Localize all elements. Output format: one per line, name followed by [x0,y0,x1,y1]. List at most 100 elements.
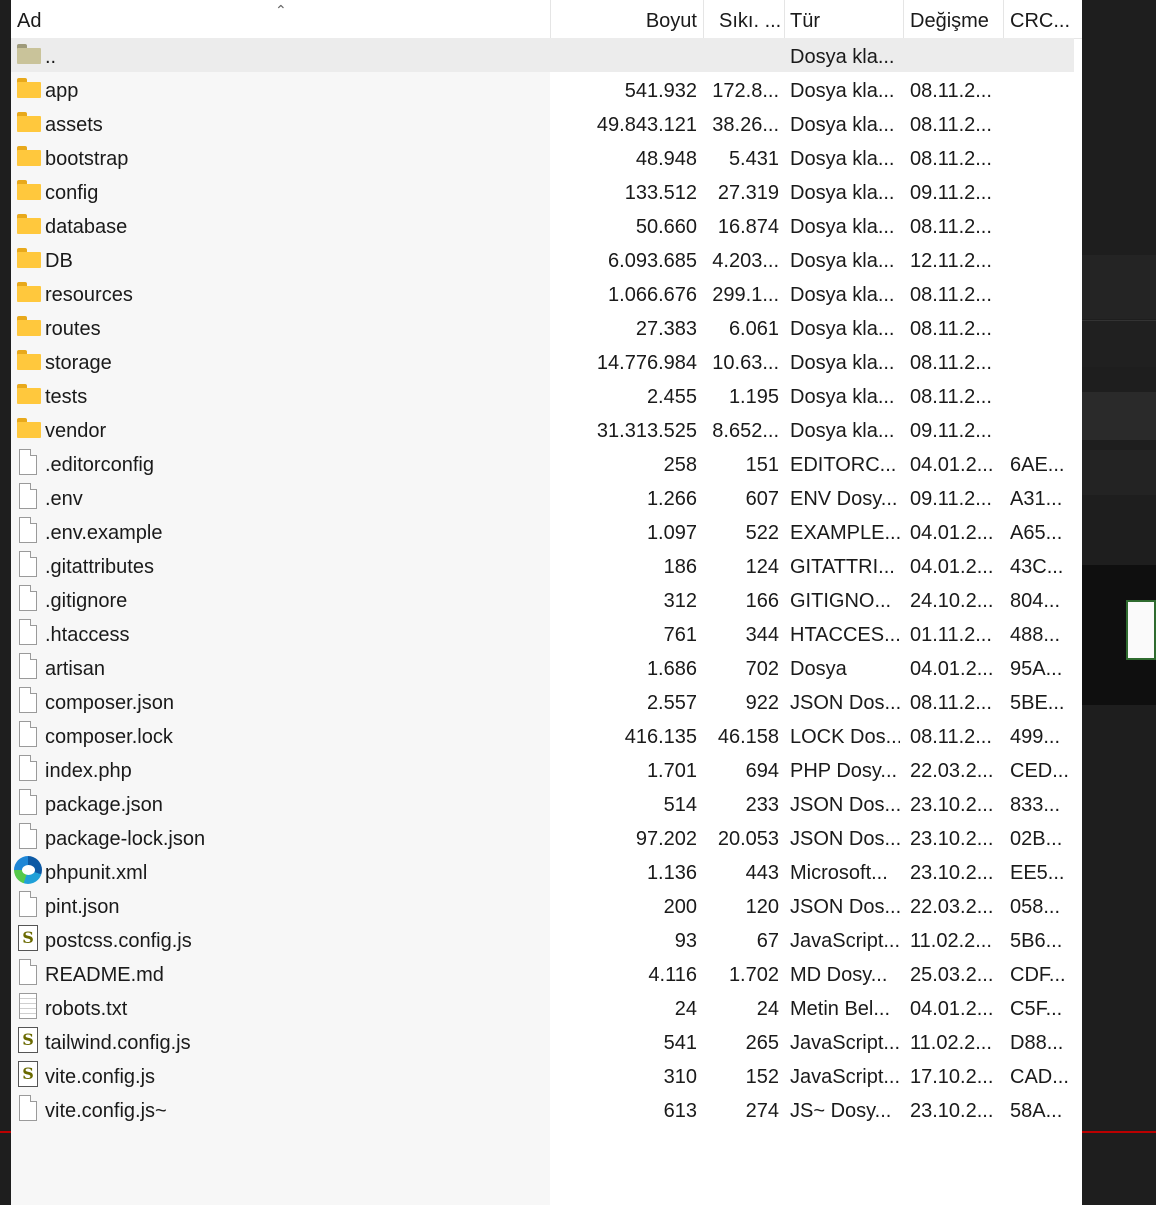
crc-value: C5F... [1010,998,1063,1020]
crc-value [1010,140,1076,174]
compressed-size: 522 [745,522,779,544]
file-row[interactable]: phpunit.xml 1.136 443 Microsoft... 23.10.2..… [11,854,1082,888]
folder-row[interactable]: bootstrap 48.948 5.431 Dosya kla... 08.11.2.… [11,140,1082,174]
file-icon [19,789,37,815]
modified-date: 09.11.2... [910,488,992,510]
file-size: 31.313.525 [596,420,697,442]
parent-folder-row[interactable]: .. Dosya kla... [11,38,1074,72]
crc-value: 43C... [1010,556,1064,578]
file-type: Dosya [790,658,847,680]
file-row[interactable]: composer.json 2.557 922 JSON Dos... 08.11.2.… [11,684,1082,718]
folder-row[interactable]: vendor 31.313.525 8.652... Dosya kla... 09.1… [11,412,1082,446]
column-separator[interactable] [703,0,704,38]
crc-value [1010,378,1076,412]
background-app-badge [1126,600,1156,660]
file-row[interactable]: artisan 1.686 702 Dosya 04.01.2... 95A... [11,650,1082,684]
file-icon [19,585,37,611]
file-icon [19,1095,37,1121]
modified-date: 12.11.2... [910,250,992,272]
file-icon [19,687,37,713]
compressed-size: 607 [745,488,779,510]
file-name: assets [45,114,103,136]
compressed-size: 38.26... [712,114,779,136]
modified-date: 04.01.2... [910,998,994,1020]
folder-row[interactable]: storage 14.776.984 10.63... Dosya kla... 08.… [11,344,1082,378]
file-type: JavaScript... [790,1066,900,1088]
file-size: 312 [663,590,697,612]
folder-row[interactable]: app 541.932 172.8... Dosya kla... 08.11.2... [11,72,1082,106]
file-type: PHP Dosy... [790,760,898,782]
file-row[interactable]: .htaccess 761 344 HTACCES... 01.11.2... 488..… [11,616,1082,650]
file-row[interactable]: README.md 4.116 1.702 MD Dosy... 25.03.2... C… [11,956,1082,990]
crc-value [1010,344,1076,378]
file-row[interactable]: index.php 1.701 694 PHP Dosy... 22.03.2... CE… [11,752,1082,786]
file-size: 24 [674,998,697,1020]
compressed-size: 20.053 [717,828,779,850]
file-type: HTACCES... [790,624,900,646]
compressed-size: 4.203... [712,250,779,272]
modified-date: 08.11.2... [910,386,992,408]
folder-row[interactable]: routes 27.383 6.061 Dosya kla... 08.11.2... [11,310,1082,344]
file-name: .env [45,488,83,510]
file-row[interactable]: Stailwind.config.js 541 265 JavaScript... 11… [11,1024,1082,1058]
file-size: 2.557 [646,692,697,714]
column-header-crc[interactable]: CRC... [1010,0,1076,38]
folder-row[interactable]: DB 6.093.685 4.203... Dosya kla... 12.11.2..… [11,242,1082,276]
column-separator[interactable] [784,0,785,38]
folder-icon [17,248,41,270]
file-row[interactable]: .env.example 1.097 522 EXAMPLE... 04.01.2...… [11,514,1082,548]
file-icon [19,959,37,985]
modified-date: 22.03.2... [910,760,994,782]
file-type: Dosya kla... [790,386,895,408]
column-header-compressed[interactable]: Sıkı. ... [719,0,787,38]
crc-value: CDF... [1010,964,1066,986]
file-row[interactable]: Spostcss.config.js 93 67 JavaScript... 11.02… [11,922,1082,956]
file-name: database [45,216,128,238]
folder-row[interactable]: config 133.512 27.319 Dosya kla... 09.11.2..… [11,174,1082,208]
crc-value: 6AE... [1010,454,1065,476]
file-type: Dosya kla... [790,46,895,68]
folder-row[interactable]: resources 1.066.676 299.1... Dosya kla... 08… [11,276,1082,310]
file-row[interactable]: vite.config.js~ 613 274 JS~ Dosy... 23.10.2.… [11,1092,1082,1126]
folder-row[interactable]: database 50.660 16.874 Dosya kla... 08.11.2.… [11,208,1082,242]
crc-value [1010,276,1076,310]
sort-ascending-icon: ⌃ [275,2,287,18]
file-row[interactable]: composer.lock 416.135 46.158 LOCK Dos... 08.… [11,718,1082,752]
file-row[interactable]: .editorconfig 258 151 EDITORC... 04.01.2... 6… [11,446,1082,480]
javascript-file-icon: S [18,925,38,951]
column-header-type[interactable]: Tür [790,0,900,38]
compressed-size: 5.431 [728,148,779,170]
compressed-size: 694 [745,760,779,782]
column-header-size[interactable]: Boyut [551,0,697,38]
file-row[interactable]: pint.json 200 120 JSON Dos... 22.03.2... 058.… [11,888,1082,922]
compressed-size: 16.874 [717,216,779,238]
file-row[interactable]: .env 1.266 607 ENV Dosy... 09.11.2... A31... [11,480,1082,514]
file-type: EXAMPLE... [790,522,900,544]
folder-icon [17,282,41,304]
column-header-name[interactable]: Ad [17,0,267,38]
file-row[interactable]: Svite.config.js 310 152 JavaScript... 17.10.… [11,1058,1082,1092]
crc-value: 488... [1010,624,1061,646]
compressed-size: 67 [756,930,779,952]
modified-date: 09.11.2... [910,420,992,442]
column-header-modified[interactable]: Değişme [910,0,1002,38]
crc-value [1010,72,1076,106]
modified-date: 08.11.2... [910,216,992,238]
file-row[interactable]: .gitignore 312 166 GITIGNO... 24.10.2... 804.… [11,582,1082,616]
file-icon [19,823,37,849]
column-separator[interactable] [903,0,904,38]
file-row[interactable]: robots.txt 24 24 Metin Bel... 04.01.2... C5F.… [11,990,1082,1024]
folder-row[interactable]: tests 2.455 1.195 Dosya kla... 08.11.2... [11,378,1082,412]
file-row[interactable]: package.json 514 233 JSON Dos... 23.10.2... 8… [11,786,1082,820]
column-separator[interactable] [1003,0,1004,38]
file-size: 761 [663,624,697,646]
compressed-size: 6.061 [728,318,779,340]
compressed-size: 24 [756,998,779,1020]
file-row[interactable]: package-lock.json 97.202 20.053 JSON Dos...… [11,820,1082,854]
file-size: 6.093.685 [608,250,697,272]
crc-value: 5B6... [1010,930,1063,952]
file-type: JSON Dos... [790,692,900,714]
file-name: robots.txt [45,998,128,1020]
file-row[interactable]: .gitattributes 186 124 GITATTRI... 04.01.2..… [11,548,1082,582]
folder-row[interactable]: assets 49.843.121 38.26... Dosya kla... 08.1… [11,106,1082,140]
